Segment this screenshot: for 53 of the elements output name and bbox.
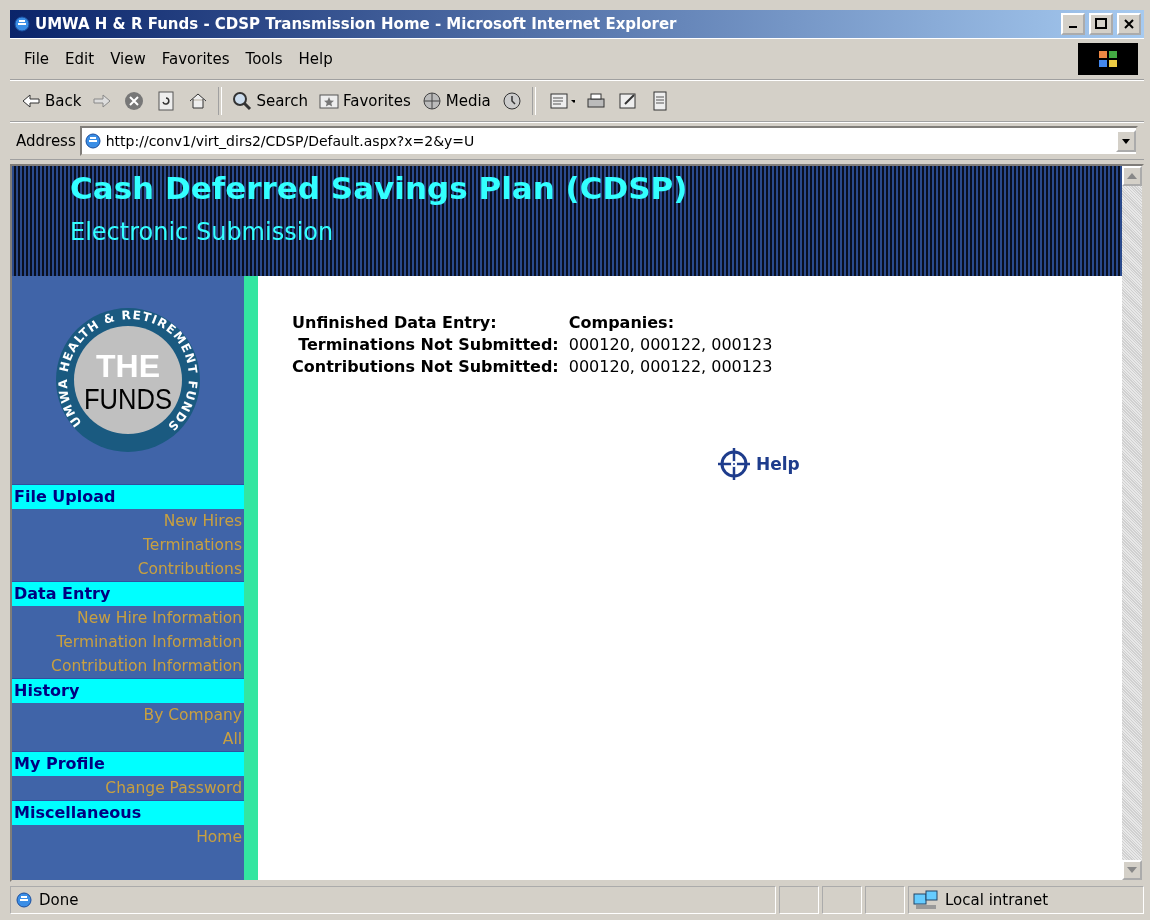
edit-page-icon [616, 90, 639, 112]
favorites-button[interactable]: Favorites [313, 88, 415, 114]
scrollbar[interactable] [1122, 166, 1142, 880]
minimize-icon [1069, 26, 1077, 28]
back-button[interactable]: Back [16, 88, 86, 114]
sidebar-heading: My Profile [12, 751, 244, 776]
stop-icon [123, 90, 146, 112]
up-arrow-icon [1127, 173, 1137, 179]
media-globe-icon [420, 90, 443, 112]
scroll-up-button[interactable] [1122, 166, 1142, 186]
history-clock-icon [500, 90, 523, 112]
close-icon [1123, 18, 1135, 30]
page-icon [15, 891, 33, 909]
maximize-button[interactable] [1089, 13, 1113, 35]
status-pane [779, 886, 819, 914]
menu-item[interactable]: Edit [57, 48, 103, 70]
menu-item[interactable]: View [102, 48, 154, 70]
sidebar-heading: File Upload [12, 484, 244, 509]
zone-text: Local intranet [945, 891, 1049, 909]
page-icon [83, 132, 102, 150]
sidebar-heading: History [12, 678, 244, 703]
row-label: Contributions Not Submitted: [292, 356, 559, 378]
media-button[interactable]: Media [416, 88, 495, 114]
help-link[interactable]: Help [716, 446, 800, 482]
menu-item[interactable]: Help [290, 48, 341, 70]
address-field[interactable]: http://conv1/virt_dirs2/CDSP/Default.aspx?x=2&y=U [79, 126, 1138, 156]
menu-item[interactable]: Favorites [153, 48, 238, 70]
company-list: 000120, 000122, 000123 [568, 334, 773, 356]
row-label: Terminations Not Submitted: [297, 334, 559, 356]
menu-item[interactable]: Tools [237, 48, 291, 70]
windows-flag-icon [1098, 50, 1118, 68]
status-text: Done [39, 891, 79, 909]
search-icon [231, 90, 254, 112]
search-button[interactable]: Search [227, 88, 312, 114]
menu-item[interactable]: File [16, 48, 58, 70]
status-pane [865, 886, 905, 914]
column-heading: Companies: [568, 312, 676, 334]
sidebar-heading: Miscellaneous [12, 800, 244, 825]
sidebar-heading: Data Entry [12, 581, 244, 606]
dropdown-button[interactable] [1116, 130, 1136, 152]
status-pane [822, 886, 862, 914]
window-title: UMWA H & R Funds - CDSP Transmission Home - Microsoft Internet Explorer [35, 15, 678, 33]
network-computers-icon [913, 889, 939, 911]
address-label: Address [16, 132, 76, 150]
crosshair-icon [716, 446, 752, 482]
maximize-icon [1095, 18, 1107, 30]
section-heading: Unfinished Data Entry: [292, 312, 498, 334]
company-list: 000120, 000122, 000123 [568, 356, 773, 378]
down-arrow-icon [1127, 867, 1137, 873]
caret-icon [1122, 138, 1130, 144]
scroll-down-button[interactable] [1122, 860, 1142, 880]
minimize-button[interactable] [1061, 13, 1085, 35]
close-button[interactable] [1117, 13, 1141, 35]
